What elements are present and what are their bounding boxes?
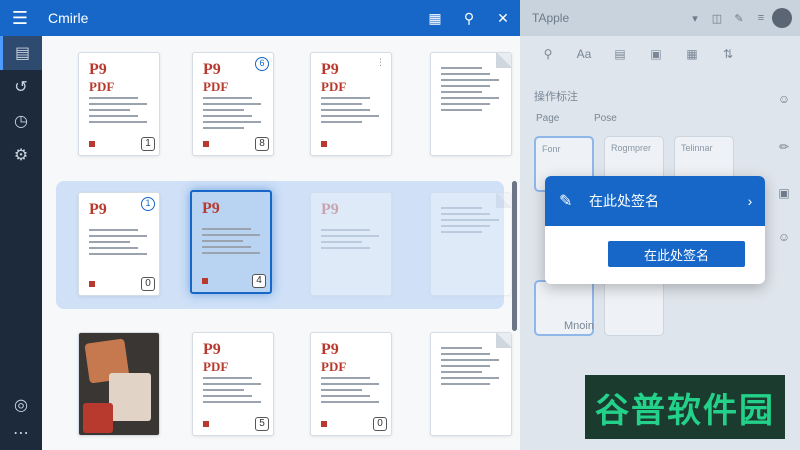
page-marker-badge: 6 [255,57,269,71]
page-number-badge: 4 [252,274,266,288]
close-icon[interactable]: ✕ [486,0,520,36]
page-number-badge: 0 [373,417,387,431]
page-number-badge: 5 [255,417,269,431]
more-icon[interactable]: ⋯ [0,416,42,450]
page-marker-badge: 1 [141,197,155,211]
search-icon[interactable]: ⚲ [452,0,486,36]
page-thumbnail[interactable]: P9 PDF 5 [192,332,274,436]
panel-title: TApple [532,11,570,25]
page-thumbnail-photo[interactable] [78,332,160,436]
section-label: 操作标注 [534,91,578,103]
settings-icon[interactable]: ⚙ [0,138,42,172]
page-thumbnail[interactable] [430,332,512,436]
text-size-icon[interactable]: Aa [566,47,602,61]
vertical-scrollbar[interactable] [512,181,517,331]
page-thumbnail-selected[interactable]: P9 4 [190,190,272,294]
edit-icon[interactable]: ✎ [728,12,750,25]
copy-icon[interactable]: ▣ [638,47,674,61]
user-icon[interactable]: ☺ [774,230,794,244]
copy-icon[interactable]: ▣ [774,186,794,200]
watermark-logo: 谷普软件园 [585,375,785,439]
pdf-logo: P9 [89,61,107,78]
menu-icon[interactable]: ☰ [0,0,40,36]
chevron-right-icon[interactable]: › [735,193,765,209]
signature-popup: ✎ 在此处签名 › 在此处签名 [545,176,765,284]
list-icon[interactable]: ≡ [750,12,772,24]
page-thumbnail[interactable]: P9 [310,192,392,296]
sign-here-button[interactable]: 在此处签名 [608,241,745,267]
page-thumbnail[interactable] [430,192,512,296]
page-number-badge: 1 [141,137,155,151]
signature-header[interactable]: ✎ 在此处签名 › [545,176,765,226]
clock-icon[interactable]: ◷ [0,104,42,138]
page-thumbnail[interactable] [430,52,512,156]
option-pose[interactable]: Pose [594,113,617,124]
signature-icon: ✎ [559,193,573,210]
section-label: Mnoin [564,320,594,332]
panel-card[interactable] [604,280,664,336]
book-icon[interactable]: ◫ [706,12,728,25]
pages-icon[interactable]: ▤ [0,36,42,70]
avatar[interactable] [772,8,792,28]
folder-icon[interactable]: ▦ [674,47,710,61]
page-thumbnail[interactable]: P9 PDF 1 [78,52,160,156]
page-number-badge: 0 [141,277,155,291]
page-thumbnail[interactable]: 1 P9 0 [78,192,160,296]
more-icon[interactable]: ⋮ [376,57,385,68]
page-number-badge: 8 [255,137,269,151]
user-icon[interactable]: ☺ [774,92,794,106]
top-bar: ☰ Cmirle ▦ ⚲ ✕ [0,0,520,36]
app-title: Cmirle [48,10,89,26]
page-thumbnail[interactable]: 6 P9 PDF 8 [192,52,274,156]
history-icon[interactable]: ↺ [0,70,42,104]
page-thumbnail[interactable]: P9 PDF 0 [310,332,392,436]
option-page[interactable]: Page [536,113,559,124]
search-icon[interactable]: ⚲ [530,47,566,61]
pen-icon[interactable]: ✏ [774,140,794,154]
layout-icon[interactable]: ▦ [418,0,452,36]
chevron-down-icon[interactable]: ▾ [684,12,706,25]
page-thumbnail-grid: P9 PDF 1 6 P9 PDF 8 ⋮ P9 PDF 1 P9 0 P9 4 [42,36,520,450]
clipboard-icon[interactable]: ▤ [602,47,638,61]
expand-icon[interactable]: ⇅ [710,47,746,61]
page-thumbnail[interactable]: ⋮ P9 PDF [310,52,392,156]
left-rail: ▤ ↺ ◷ ⚙ ◎ ⋯ [0,36,42,450]
